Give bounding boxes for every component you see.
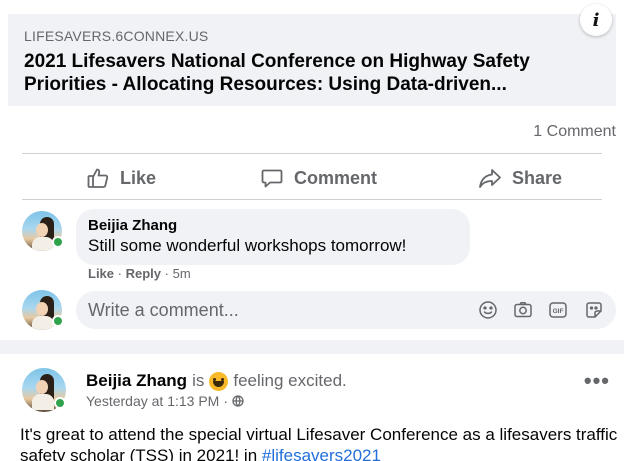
- online-status-dot: [54, 397, 66, 409]
- emoji-icon[interactable]: [478, 300, 498, 320]
- like-button[interactable]: Like: [86, 160, 156, 196]
- comment-like-link[interactable]: Like: [88, 266, 114, 281]
- info-icon[interactable]: i: [580, 4, 612, 36]
- share-button[interactable]: Share: [478, 160, 562, 196]
- comment-count[interactable]: 1 Comment: [533, 123, 616, 141]
- online-status-dot: [52, 236, 64, 248]
- more-options-button[interactable]: •••: [584, 370, 610, 392]
- comment-time[interactable]: 5m: [173, 266, 191, 281]
- like-label: Like: [120, 167, 157, 188]
- svg-text:GIF: GIF: [553, 308, 564, 315]
- online-status-dot: [52, 315, 64, 327]
- thumbs-up-icon: [87, 168, 109, 188]
- comment-reply-link[interactable]: Reply: [126, 266, 161, 281]
- globe-icon: [232, 395, 244, 407]
- post-time[interactable]: Yesterday at 1:13 PM: [86, 393, 219, 409]
- link-preview-card[interactable]: LIFESAVERS.6CONNEX.US 2021 Lifesavers Na…: [8, 4, 616, 106]
- smiling-emoji-icon: [209, 371, 229, 391]
- link-title[interactable]: 2021 Lifesavers National Conference on H…: [24, 50, 609, 96]
- gif-icon[interactable]: GIF: [548, 300, 568, 320]
- post-timestamp-row: Yesterday at 1:13 PM ·: [86, 393, 244, 409]
- comment-button[interactable]: Comment: [260, 160, 377, 196]
- comment-input[interactable]: [88, 291, 448, 329]
- comment-meta: Like · Reply · 5m: [88, 266, 191, 281]
- sticker-icon[interactable]: [584, 300, 604, 320]
- comment-text: Still some wonderful workshops tomorrow!: [88, 236, 407, 255]
- divider: [22, 153, 602, 154]
- post-author[interactable]: Beijia Zhang: [86, 371, 187, 391]
- post-body: It's great to attend the special virtual…: [20, 424, 620, 461]
- divider: [22, 199, 602, 200]
- comment-author[interactable]: Beijia Zhang: [88, 217, 177, 234]
- action-bar: Like Comment Share: [0, 160, 624, 196]
- comment-label: Comment: [294, 167, 378, 188]
- post-is-text: is: [192, 371, 205, 390]
- link-domain: LIFESAVERS.6CONNEX.US: [24, 28, 209, 44]
- post-header: Beijia Zhang is feeling excited.: [86, 371, 347, 391]
- share-label: Share: [512, 167, 563, 188]
- hashtag-link[interactable]: #lifesavers2021: [262, 446, 381, 461]
- comment-bubble: Beijia Zhang Still some wonderful worksh…: [76, 209, 470, 265]
- comment-icon: [261, 169, 283, 188]
- post-feeling: feeling excited.: [233, 371, 347, 390]
- camera-icon[interactable]: [513, 300, 533, 320]
- share-icon: [479, 169, 501, 188]
- feed-separator: [0, 340, 624, 354]
- comment-composer: GIF: [76, 291, 616, 329]
